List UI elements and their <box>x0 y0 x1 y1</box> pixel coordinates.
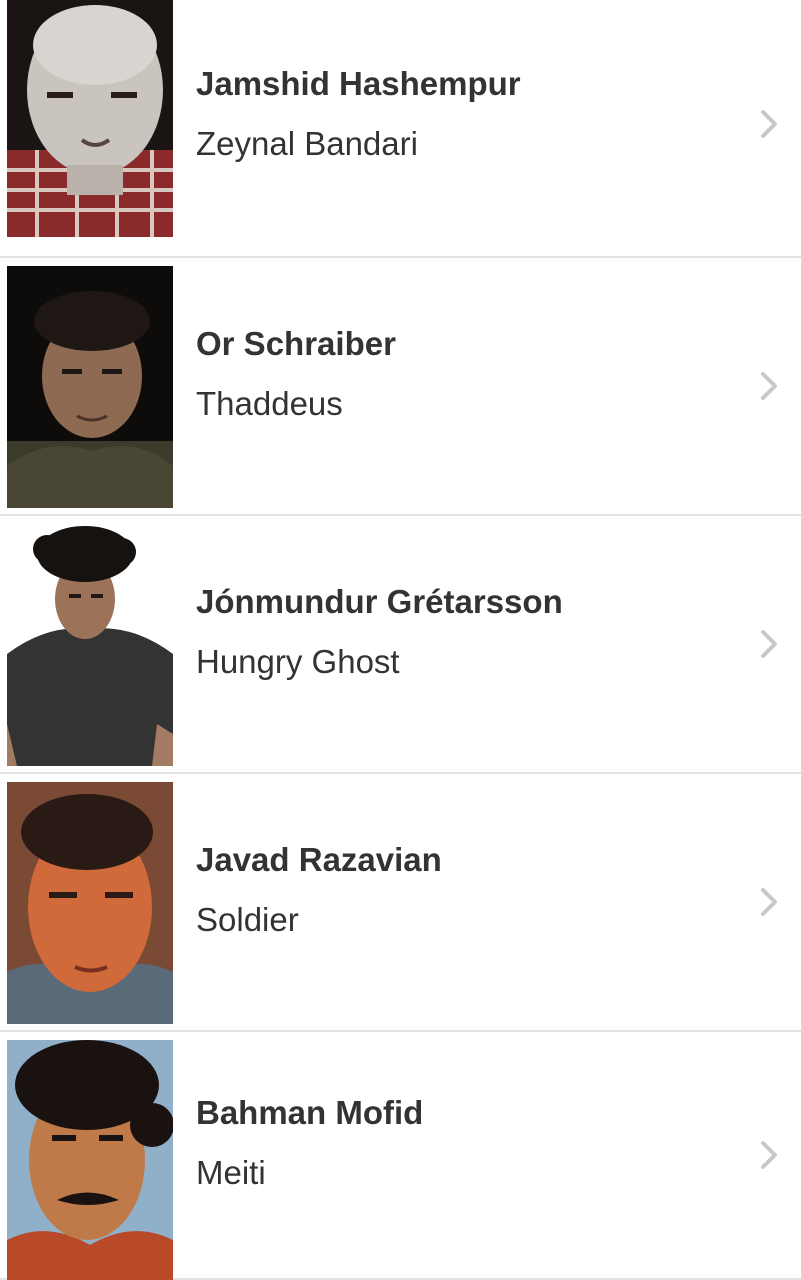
actor-name: Bahman Mofid <box>196 1094 424 1131</box>
chevron-right-icon <box>761 372 777 400</box>
chevron-right-icon <box>761 888 777 916</box>
cast-text: Javad Razavian Soldier <box>196 841 442 939</box>
actor-photo <box>7 1040 173 1280</box>
chevron-right-icon <box>761 110 777 138</box>
character-name: Hungry Ghost <box>196 643 400 680</box>
actor-name: Javad Razavian <box>196 841 442 878</box>
actor-photo <box>7 0 173 237</box>
cast-list-item-javad-razavian[interactable]: Javad Razavian Soldier <box>0 774 801 1032</box>
actor-photo <box>7 266 173 508</box>
chevron-right-icon <box>761 1141 777 1169</box>
character-name: Meiti <box>196 1154 266 1191</box>
character-name: Thaddeus <box>196 385 343 422</box>
actor-photo <box>7 524 173 766</box>
cast-text: Jamshid Hashempur Zeynal Bandari <box>196 65 521 163</box>
cast-list: Jamshid Hashempur Zeynal Bandari Or Schr… <box>0 0 801 1280</box>
cast-list-item-or-schraiber[interactable]: Or Schraiber Thaddeus <box>0 258 801 516</box>
chevron-right-icon <box>761 630 777 658</box>
cast-text: Jónmundur Grétarsson Hungry Ghost <box>196 583 563 681</box>
cast-text: Or Schraiber Thaddeus <box>196 325 396 423</box>
actor-photo <box>7 782 173 1024</box>
actor-name: Jónmundur Grétarsson <box>196 583 563 620</box>
character-name: Soldier <box>196 901 299 938</box>
character-name: Zeynal Bandari <box>196 125 418 162</box>
cast-list-item-jonmundur-gretarsson[interactable]: Jónmundur Grétarsson Hungry Ghost <box>0 516 801 774</box>
actor-name: Jamshid Hashempur <box>196 65 521 102</box>
cast-list-item-bahman-mofid[interactable]: Bahman Mofid Meiti <box>0 1032 801 1280</box>
actor-name: Or Schraiber <box>196 325 396 362</box>
cast-list-item-jamshid-hashempur[interactable]: Jamshid Hashempur Zeynal Bandari <box>0 0 801 258</box>
cast-text: Bahman Mofid Meiti <box>196 1094 423 1192</box>
